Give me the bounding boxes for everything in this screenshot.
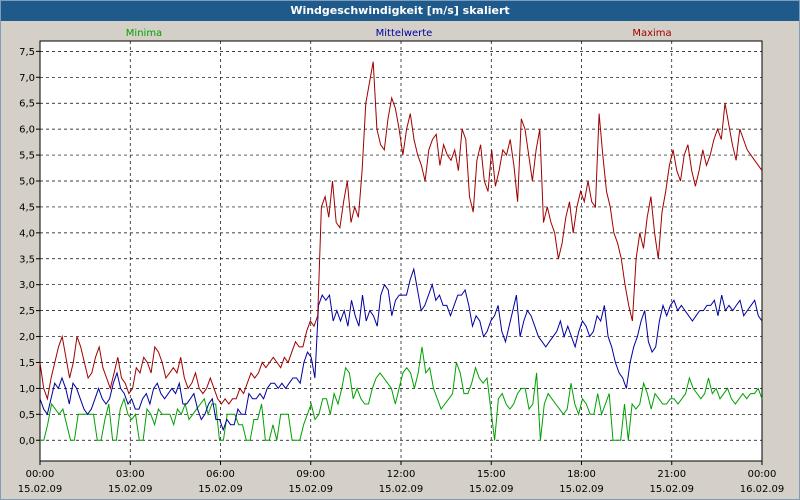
x-tick-time: 15:00 bbox=[477, 469, 506, 480]
y-tick-label: 2,0 bbox=[19, 332, 35, 343]
chart-window: Windgeschwindigkeit [m/s] skaliert 0,0 0,… bbox=[0, 0, 800, 500]
x-tick-date: 15.02.09 bbox=[108, 484, 153, 495]
x-tick-time: 12:00 bbox=[387, 469, 416, 480]
x-tick-time: 21:00 bbox=[657, 469, 686, 480]
x-tick-date: 15.02.09 bbox=[288, 484, 333, 495]
x-tick-date: 15.02.09 bbox=[18, 484, 63, 495]
x-tick-time: 00:00 bbox=[748, 469, 777, 480]
y-tick-label: 6,0 bbox=[19, 125, 35, 136]
legend-mittelwerte: Mittelwerte bbox=[376, 28, 433, 39]
y-tick-label: 6,5 bbox=[19, 99, 35, 110]
y-tick-label: 0,5 bbox=[19, 410, 35, 421]
y-axis: 0,0 0,5 1,0 1,5 2,0 2,5 3,0 3,5 4,0 4,5 5,0 5,5 6,0 6… bbox=[19, 47, 40, 447]
legend-maxima: Maxima bbox=[632, 28, 671, 39]
x-tick-time: 00:00 bbox=[26, 469, 55, 480]
y-tick-label: 1,0 bbox=[19, 384, 35, 395]
y-tick-label: 5,5 bbox=[19, 151, 35, 162]
x-tick-time: 18:00 bbox=[567, 469, 596, 480]
wind-speed-chart: 0,0 0,5 1,0 1,5 2,0 2,5 3,0 3,5 4,0 4,5 5,0 5,5 6,0 6… bbox=[18, 28, 785, 495]
x-tick-date: 15.02.09 bbox=[379, 484, 424, 495]
y-tick-label: 4,0 bbox=[19, 228, 35, 239]
y-tick-label: 4,5 bbox=[19, 202, 35, 213]
x-tick-date: 16.02.09 bbox=[740, 484, 785, 495]
x-tick-time: 06:00 bbox=[206, 469, 235, 480]
x-axis: 00:00 15.02.09 03:00 15.02.09 06:00 15.02.09 0… bbox=[18, 461, 785, 495]
y-tick-label: 3,5 bbox=[19, 254, 35, 265]
x-tick-date: 15.02.09 bbox=[198, 484, 243, 495]
x-tick-date: 15.02.09 bbox=[649, 484, 694, 495]
x-tick-time: 09:00 bbox=[296, 469, 325, 480]
y-tick-label: 5,0 bbox=[19, 177, 35, 188]
y-tick-label: 0,0 bbox=[19, 436, 35, 447]
y-tick-label: 3,0 bbox=[19, 280, 35, 291]
y-tick-label: 7,0 bbox=[19, 73, 35, 84]
legend-minima: Minima bbox=[126, 28, 162, 39]
y-tick-label: 1,5 bbox=[19, 358, 35, 369]
y-tick-label: 2,5 bbox=[19, 306, 35, 317]
x-tick-date: 15.02.09 bbox=[469, 484, 514, 495]
x-tick-date: 15.02.09 bbox=[559, 484, 604, 495]
x-tick-time: 03:00 bbox=[116, 469, 145, 480]
y-tick-label: 7,5 bbox=[19, 47, 35, 58]
